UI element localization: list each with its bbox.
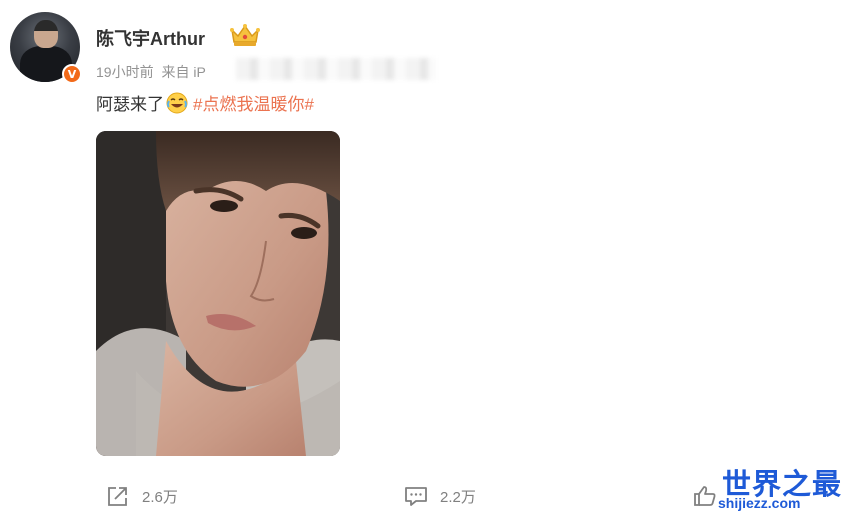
post-meta: 19小时前 来自 iP [96, 62, 206, 82]
avatar-figure-head [34, 20, 58, 48]
comment-count: 2.2万 [440, 488, 476, 506]
post-time[interactable]: 19小时前 [96, 64, 154, 80]
post-text: 阿瑟来了 #点燃我温暖你# [96, 90, 314, 115]
hashtag-link[interactable]: #点燃我温暖你# [193, 90, 314, 115]
watermark-url: shijiezz.com [718, 495, 801, 511]
verified-v-icon: V [62, 64, 82, 84]
selfie-photo-illustration [96, 131, 340, 456]
crown-icon [230, 24, 260, 46]
post-body-text: 阿瑟来了 [96, 95, 164, 114]
redacted-source-mask [236, 58, 436, 80]
laughing-tears-emoji-icon [166, 92, 188, 113]
post-source: 来自 iP [161, 64, 206, 80]
share-count: 2.6万 [142, 488, 178, 506]
site-watermark: 世界之最 shijiezz.com [716, 461, 841, 517]
share-icon [108, 487, 127, 506]
thumbs-up-icon [694, 486, 716, 506]
username-link[interactable]: 陈飞宇Arthur [96, 25, 205, 51]
post-photo[interactable] [96, 131, 340, 456]
comment-icon [405, 487, 427, 506]
comment-button[interactable]: 2.2万 [404, 484, 476, 508]
share-button[interactable]: 2.6万 [106, 484, 178, 508]
